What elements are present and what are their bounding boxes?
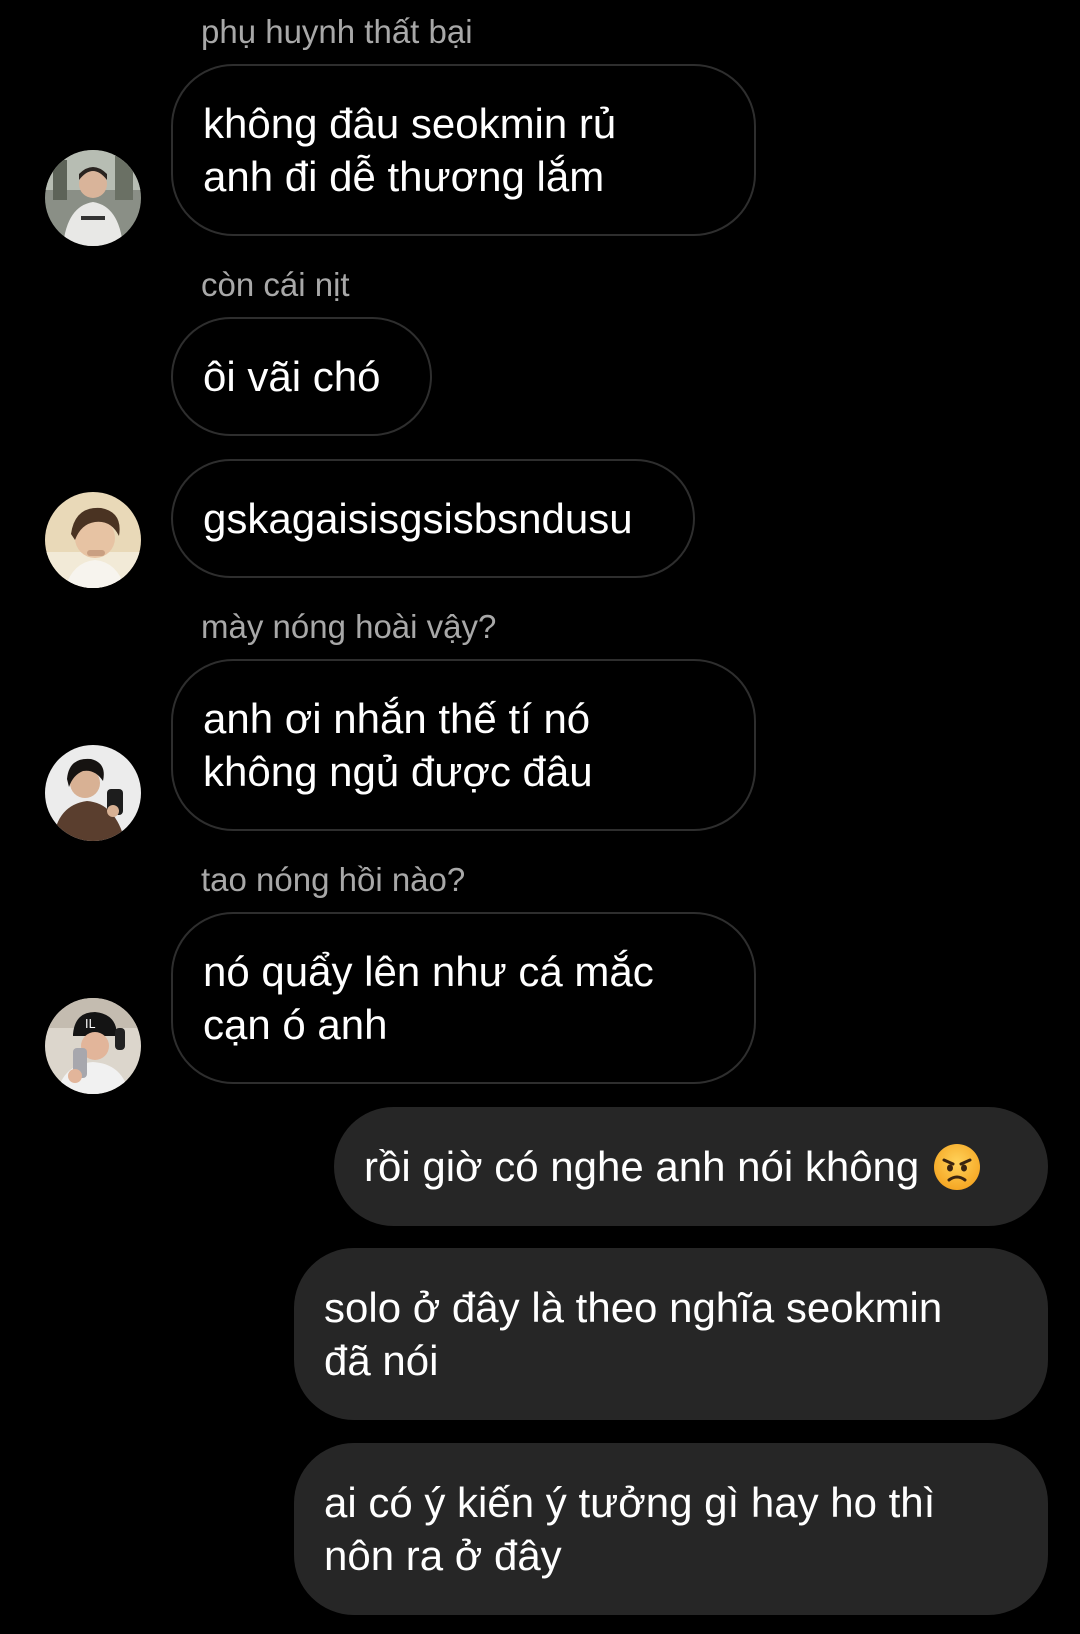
avatar-image: [45, 150, 141, 246]
message-bubble-incoming[interactable]: ôi vãi chó: [171, 317, 432, 436]
avatar[interactable]: IL: [45, 998, 141, 1094]
message-bubble-incoming[interactable]: nó quẩy lên như cá mắc cạn ó anh: [171, 912, 756, 1084]
sender-name: tao nóng hồi nào?: [201, 861, 466, 898]
message-text: rồi giờ có nghe anh nói không: [364, 1143, 920, 1190]
avatar-image: [45, 492, 141, 588]
sender-name: còn cái nịt: [201, 266, 350, 303]
avatar-image: IL: [45, 998, 141, 1094]
angry-face-icon: [934, 1143, 981, 1190]
message-bubble-incoming[interactable]: anh ơi nhắn thế tí nó không ngủ được đâu: [171, 659, 756, 831]
message-bubble-outgoing[interactable]: ai có ý kiến ý tưởng gì hay ho thì nôn r…: [294, 1443, 1048, 1615]
message-bubble-outgoing[interactable]: rồi giờ có nghe anh nói không: [334, 1107, 1048, 1226]
sender-name: phụ huynh thất bại: [201, 13, 473, 50]
svg-text:IL: IL: [85, 1017, 96, 1031]
sender-name: mày nóng hoài vậy?: [201, 608, 497, 645]
avatar[interactable]: [45, 745, 141, 841]
message-bubble-incoming[interactable]: không đâu seokmin rủ anh đi dễ thương lắ…: [171, 64, 756, 236]
avatar[interactable]: [45, 492, 141, 588]
message-bubble-incoming[interactable]: gskagaisisgsisbsndusu: [171, 459, 695, 578]
avatar-image: [45, 745, 141, 841]
message-bubble-outgoing[interactable]: solo ở đây là theo nghĩa seokmin đã nói: [294, 1248, 1048, 1420]
avatar[interactable]: [45, 150, 141, 246]
